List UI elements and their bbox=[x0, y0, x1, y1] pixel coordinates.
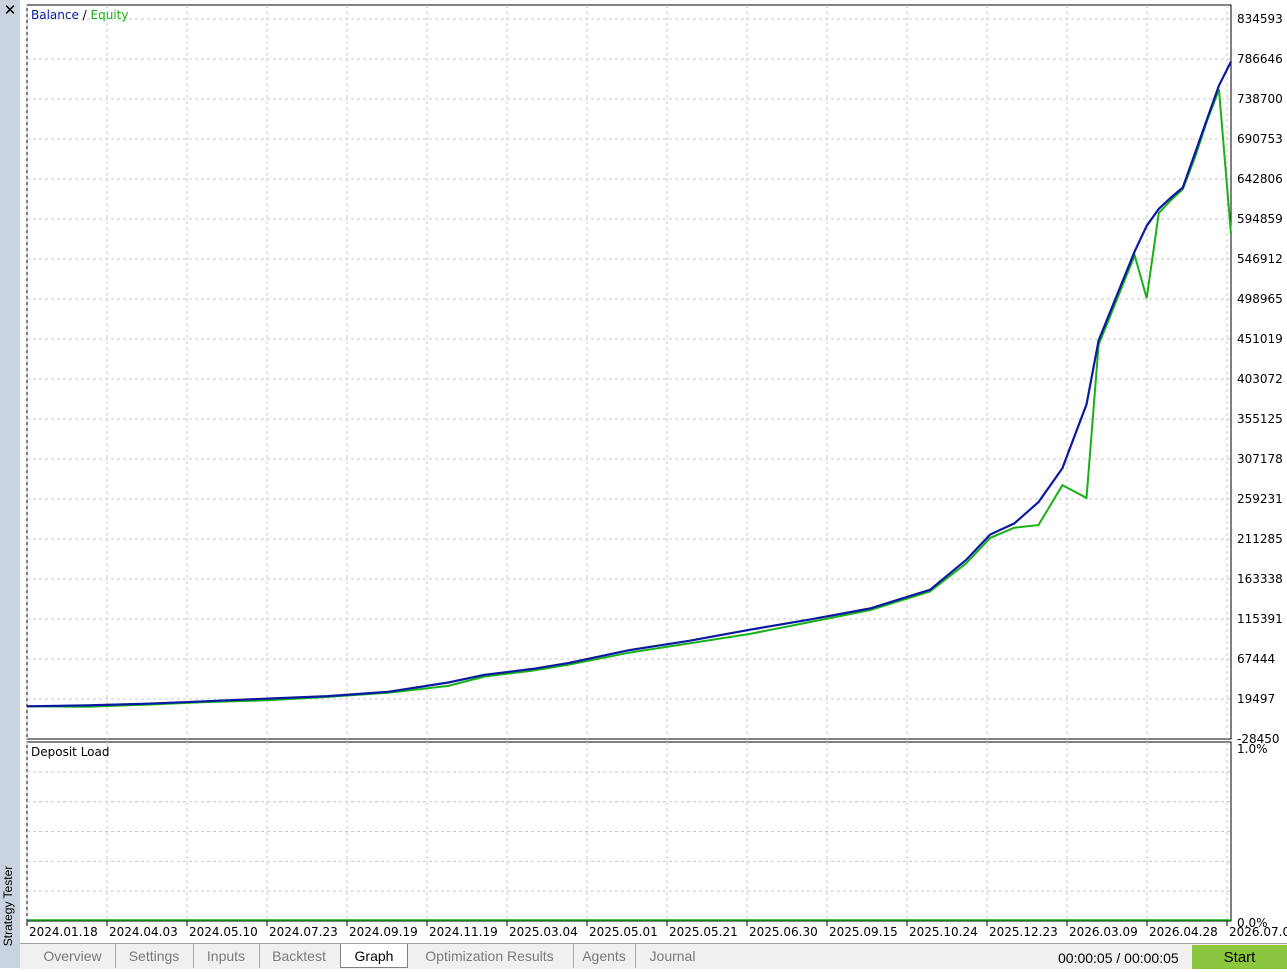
graph-area: 834593 786646 738700 690753 642806 594859 5469… bbox=[20, 0, 1287, 943]
y-tick-label: 67444 bbox=[1237, 652, 1275, 666]
x-tick-label: 2024.07.23 bbox=[269, 925, 338, 939]
y-tick-label: 690753 bbox=[1237, 132, 1283, 146]
x-tick-label: 2025.05.21 bbox=[669, 925, 738, 939]
y-tick-label: 786646 bbox=[1237, 52, 1283, 66]
x-tick-label: 2024.04.03 bbox=[109, 925, 178, 939]
y-tick-label: 115391 bbox=[1237, 612, 1283, 626]
tab-optimization-results[interactable]: Optimization Results bbox=[406, 944, 574, 968]
x-tick-label: 2024.09.19 bbox=[349, 925, 418, 939]
legend-equity: Equity bbox=[91, 8, 129, 22]
close-icon[interactable]: ✕ bbox=[2, 1, 18, 19]
x-tick-label: 2024.11.19 bbox=[429, 925, 498, 939]
y-tick-label: 355125 bbox=[1237, 412, 1283, 426]
y-tick-label: 259231 bbox=[1237, 492, 1283, 506]
tab-overview[interactable]: Overview bbox=[30, 944, 116, 968]
x-tick-label: 2024.01.18 bbox=[29, 925, 98, 939]
y-tick-label: 594859 bbox=[1237, 212, 1283, 226]
x-tick-label: 2025.12.23 bbox=[989, 925, 1058, 939]
x-tick-label: 2025.05.01 bbox=[589, 925, 658, 939]
y-tick-label: 403072 bbox=[1237, 372, 1283, 386]
main-chart-frame bbox=[26, 4, 1232, 740]
tab-backtest[interactable]: Backtest bbox=[259, 944, 339, 968]
strategy-tester-sidebar: ✕ Strategy Tester bbox=[0, 0, 21, 968]
x-tick-label: 2024.05.10 bbox=[189, 925, 258, 939]
elapsed-timer: 00:00:05 / 00:00:05 bbox=[1058, 950, 1179, 966]
y-tick-label: 834593 bbox=[1237, 12, 1283, 26]
tab-bar: Overview Settings Inputs Backtest Graph Optim… bbox=[20, 943, 1287, 969]
y-tick-label: 738700 bbox=[1237, 92, 1283, 106]
y-tick-label: 211285 bbox=[1237, 532, 1283, 546]
y-tick-label: 19497 bbox=[1237, 692, 1275, 706]
x-tick-label: 2026.03.09 bbox=[1069, 925, 1138, 939]
tab-inputs[interactable]: Inputs bbox=[193, 944, 260, 968]
legend-balance: Balance bbox=[31, 8, 79, 22]
chart-legend: Balance / Equity bbox=[31, 8, 128, 22]
y-tick-label: 546912 bbox=[1237, 252, 1283, 266]
x-tick-label: 2025.06.30 bbox=[749, 925, 818, 939]
x-tick-label: 2025.09.15 bbox=[829, 925, 898, 939]
x-tick-label: 2026.04.28 bbox=[1149, 925, 1218, 939]
panel-title: Strategy Tester bbox=[1, 865, 15, 947]
y-tick-label: 498965 bbox=[1237, 292, 1283, 306]
y-tick-label: 642806 bbox=[1237, 172, 1283, 186]
y-tick-label: 307178 bbox=[1237, 452, 1283, 466]
y-tick-label: 451019 bbox=[1237, 332, 1283, 346]
x-tick-label: 2026.07.02 bbox=[1229, 925, 1287, 939]
tab-agents[interactable]: Agents bbox=[573, 944, 636, 968]
start-button[interactable]: Start bbox=[1192, 945, 1287, 969]
x-tick-label: 2025.10.24 bbox=[909, 925, 978, 939]
tab-graph[interactable]: Graph bbox=[340, 944, 408, 968]
legend-separator: / bbox=[79, 8, 91, 22]
x-tick-label: 2025.03.04 bbox=[509, 925, 578, 939]
y-tick-label: 163338 bbox=[1237, 572, 1283, 586]
balance-equity-chart: 834593 786646 738700 690753 642806 594859 5469… bbox=[26, 4, 1287, 939]
deposit-load-title: Deposit Load bbox=[31, 745, 109, 759]
tab-settings[interactable]: Settings bbox=[115, 944, 194, 968]
tab-journal[interactable]: Journal bbox=[635, 944, 710, 968]
deposit-y-top-label: 1.0% bbox=[1237, 742, 1268, 756]
